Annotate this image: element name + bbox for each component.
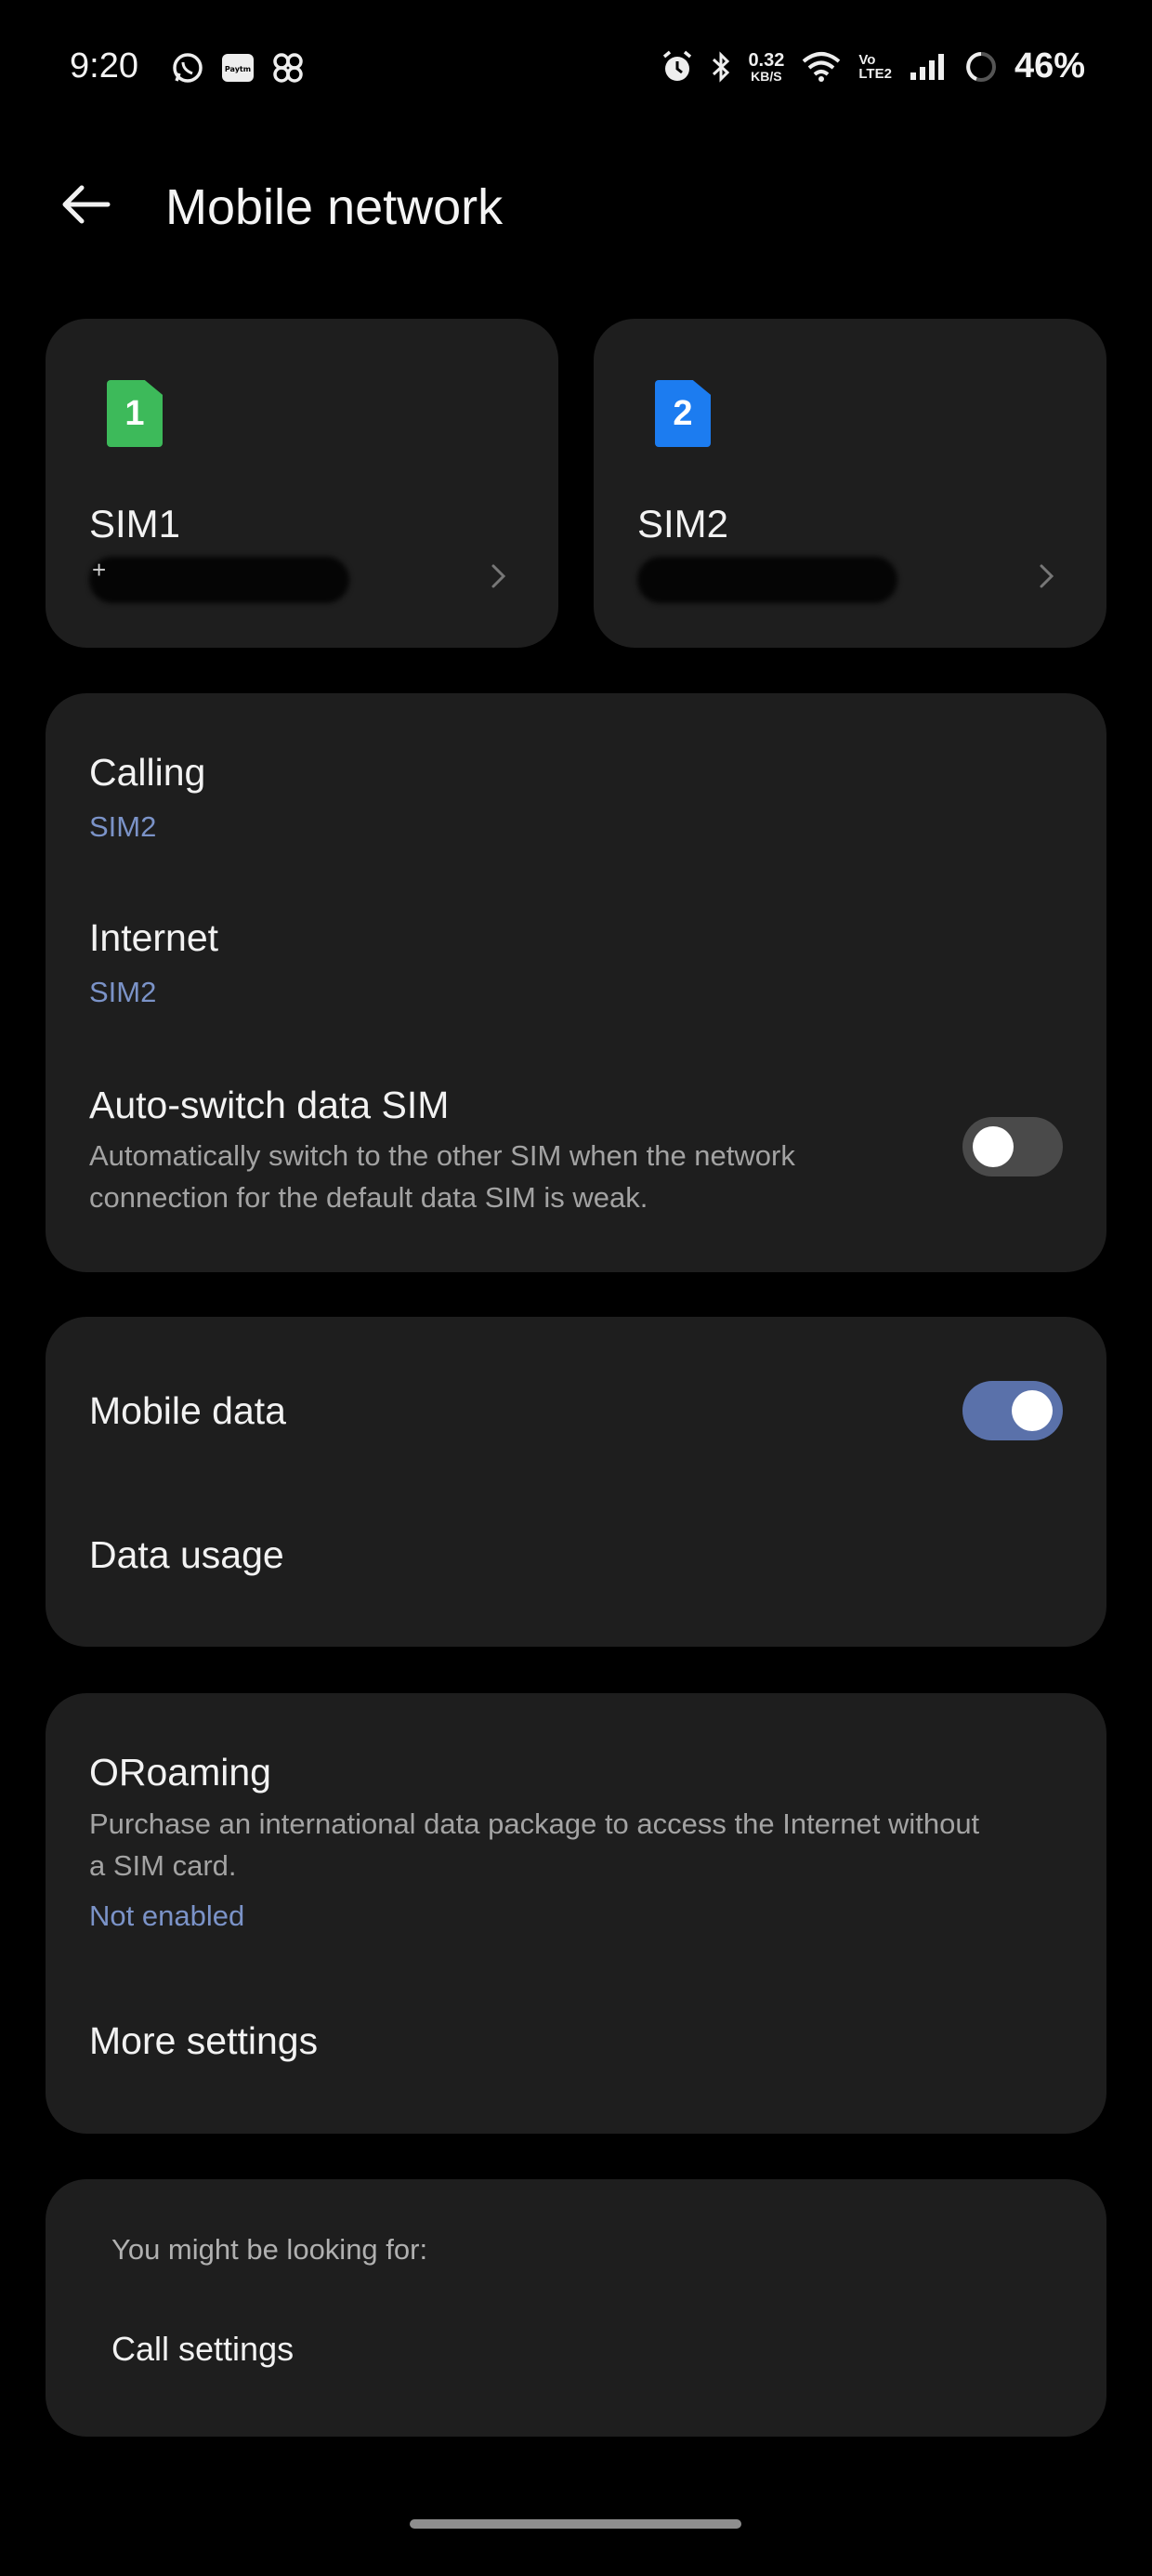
internet-value: SIM2 (89, 976, 157, 1008)
notification-icons: Paytm (170, 50, 306, 85)
sim1-number-prefix: + (92, 556, 107, 584)
oroaming-title: ORoaming (89, 1751, 271, 1794)
network-speed: 0.32 KB/S (748, 49, 785, 84)
calling-title: Calling (89, 751, 206, 794)
auto-switch-title: Auto-switch data SIM (89, 1084, 450, 1126)
volte-indicator: Vo LTE2 (858, 51, 892, 82)
alarm-icon (661, 49, 694, 85)
mobile-data-title: Mobile data (89, 1389, 286, 1432)
roaming-card: ORoaming Purchase an international data … (46, 1693, 1106, 2134)
paytm-icon: Paytm (220, 50, 255, 85)
toggle-knob (973, 1126, 1014, 1167)
pinwheel-icon (270, 50, 306, 85)
sim1-number-redacted (89, 557, 349, 603)
auto-switch-toggle[interactable] (962, 1117, 1063, 1176)
oroaming-row[interactable]: ORoaming Purchase an international data … (46, 1693, 1106, 1972)
internet-title: Internet (89, 916, 219, 959)
data-card: Mobile data Data usage (46, 1317, 1106, 1647)
whatsapp-icon (170, 50, 205, 85)
oroaming-status: Not enabled (89, 1899, 245, 1932)
bluetooth-icon (711, 49, 731, 85)
chevron-right-icon (491, 564, 506, 588)
wifi-icon (801, 50, 842, 84)
sim1-card[interactable]: 1 SIM1 + (46, 319, 558, 648)
sim2-card[interactable]: 2 SIM2 (594, 319, 1106, 648)
status-time: 9:20 (70, 46, 138, 85)
mobile-data-toggle[interactable] (962, 1381, 1063, 1440)
page-title: Mobile network (165, 179, 504, 235)
sim2-name: SIM2 (637, 502, 729, 545)
suggestion-call-settings[interactable]: Call settings (46, 2300, 1106, 2412)
calling-value: SIM2 (89, 810, 157, 843)
chevron-right-icon (1040, 564, 1054, 588)
sim-preferences-card: Calling SIM2 Internet SIM2 Auto-switch d… (46, 693, 1106, 1272)
home-indicator[interactable] (410, 2519, 741, 2529)
svg-text:Paytm: Paytm (225, 65, 251, 73)
suggestions-heading: You might be looking for: (111, 2233, 428, 2266)
sim1-name: SIM1 (89, 502, 181, 545)
data-usage-title: Data usage (89, 1533, 284, 1576)
more-settings-row[interactable]: More settings (46, 1972, 1106, 2134)
suggestion-label: Call settings (111, 2330, 295, 2368)
battery-percent: 46% (1014, 46, 1085, 85)
signal-icon (909, 52, 948, 82)
back-button[interactable] (56, 177, 115, 232)
back-arrow-icon (62, 185, 111, 224)
data-usage-row[interactable]: Data usage (46, 1484, 1106, 1647)
suggestions-card: You might be looking for: Call settings (46, 2179, 1106, 2437)
app-header: Mobile network (0, 158, 1152, 251)
more-settings-title: More settings (89, 2019, 319, 2062)
status-bar: 9:20 Paytm 0.32 KB/S Vo LTE2 46% (0, 0, 1152, 139)
internet-sim-row[interactable]: Internet SIM2 (46, 856, 1106, 1023)
sim-card-icon: 2 (655, 380, 711, 447)
sim2-number-redacted (637, 557, 897, 603)
toggle-knob (1012, 1390, 1053, 1431)
auto-switch-description: Automatically switch to the other SIM wh… (89, 1139, 795, 1214)
battery-icon (964, 50, 998, 84)
oroaming-description: Purchase an international data package t… (89, 1807, 980, 1882)
mobile-data-row[interactable]: Mobile data (46, 1317, 1106, 1484)
calling-sim-row[interactable]: Calling SIM2 (46, 693, 1106, 856)
sim-card-icon: 1 (107, 380, 163, 447)
auto-switch-row[interactable]: Auto-switch data SIM Automatically switc… (46, 1023, 1106, 1272)
